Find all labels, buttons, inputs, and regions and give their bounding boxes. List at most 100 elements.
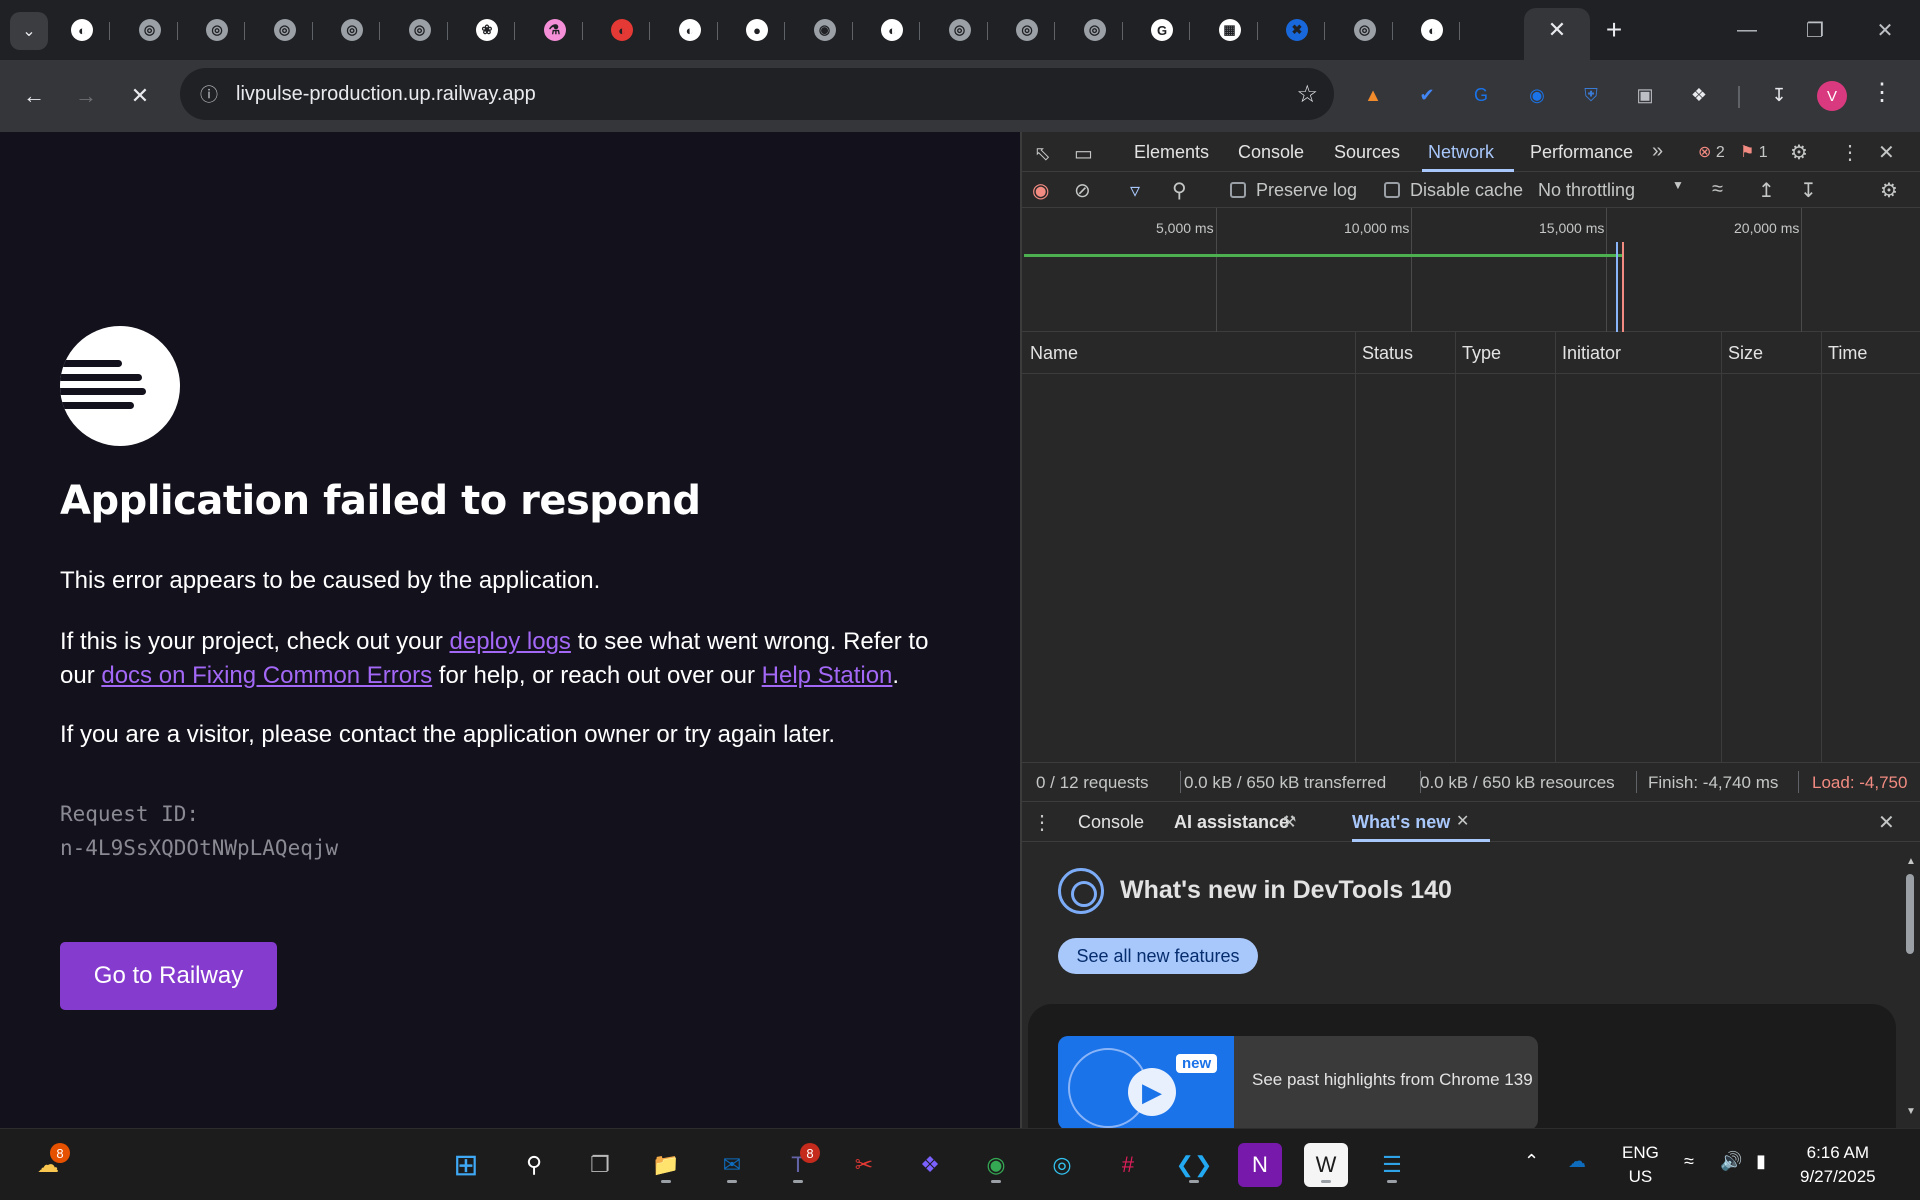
back-icon[interactable]: ← <box>16 78 52 114</box>
settings-gear-icon[interactable]: ⚙ <box>1790 140 1808 165</box>
export-har-icon[interactable]: ↧ <box>1800 178 1817 203</box>
import-har-icon[interactable]: ↥ <box>1758 178 1775 203</box>
see-all-features-button[interactable]: See all new features <box>1058 938 1258 974</box>
browser-tab[interactable]: ◎ <box>332 12 380 48</box>
column-name[interactable]: Name <box>1030 343 1078 364</box>
browser-tab[interactable]: ▦ <box>1210 12 1258 48</box>
extension-eye-icon[interactable]: ◉ <box>1522 80 1552 110</box>
close-tab-icon[interactable]: ✕ <box>1456 811 1469 831</box>
close-devtools-icon[interactable]: ✕ <box>1878 140 1895 165</box>
extension-camera-icon[interactable]: ▣ <box>1630 80 1660 110</box>
tab-performance[interactable]: Performance <box>1530 142 1633 163</box>
windows-start-icon[interactable]: ⊞ <box>444 1143 488 1187</box>
url-text[interactable]: livpulse-production.up.railway.app <box>236 83 536 106</box>
address-bar[interactable]: ⓘ livpulse-production.up.railway.app ☆ <box>180 68 1334 120</box>
notepad-icon[interactable]: ☰ <box>1370 1143 1414 1187</box>
browser-tab[interactable]: ❀ <box>467 12 515 48</box>
site-info-icon[interactable]: ⓘ <box>196 81 222 107</box>
browser-tab[interactable]: ◎ <box>940 12 988 48</box>
device-toolbar-icon[interactable]: ▭ <box>1074 141 1093 166</box>
close-window-icon[interactable]: ✕ <box>1862 10 1908 50</box>
browser-tab[interactable]: ◐ <box>670 12 718 48</box>
extensions-puzzle-icon[interactable]: ❖ <box>1684 80 1714 110</box>
extension-fox-icon[interactable]: ▲ <box>1358 80 1388 110</box>
battery-icon[interactable]: ▮ <box>1756 1149 1766 1173</box>
extension-check-icon[interactable]: ✔ <box>1412 80 1442 110</box>
column-size[interactable]: Size <box>1728 343 1763 364</box>
downloads-icon[interactable]: ↧ <box>1764 80 1794 110</box>
show-hidden-icons[interactable]: ⌃ <box>1524 1149 1539 1173</box>
browser-tab[interactable]: ◐ <box>872 12 920 48</box>
scrollbar[interactable]: ▲ ▼ <box>1904 856 1916 1118</box>
browser-tab[interactable]: ◉ <box>805 12 853 48</box>
column-time[interactable]: Time <box>1828 343 1867 364</box>
error-count[interactable]: ⊗ 2 <box>1698 142 1725 162</box>
highlights-video-card[interactable]: ▶ new See past highlights from Chrome 13… <box>1058 1036 1538 1128</box>
clock[interactable]: 6:16 AM 9/27/2025 <box>1800 1141 1876 1189</box>
outlook-icon[interactable]: ✉ <box>710 1143 754 1187</box>
go-to-railway-button[interactable]: Go to Railway <box>60 942 277 1010</box>
edge-icon[interactable]: ◎ <box>1040 1143 1084 1187</box>
extension-grammarly-icon[interactable]: G <box>1466 80 1496 110</box>
search-icon[interactable]: ⚲ <box>512 1143 556 1187</box>
preserve-log-checkbox[interactable] <box>1230 182 1246 198</box>
onenote-icon[interactable]: N <box>1238 1143 1282 1187</box>
chevron-down-icon[interactable]: ▼ <box>1672 178 1684 192</box>
snipping-tool-icon[interactable]: ✂ <box>842 1143 886 1187</box>
slack-icon[interactable]: # <box>1106 1143 1150 1187</box>
vscode-icon[interactable]: ❮❯ <box>1172 1143 1216 1187</box>
stop-loading-icon[interactable]: ✕ <box>122 78 158 114</box>
browser-tab[interactable]: ◎ <box>197 12 245 48</box>
browser-tab[interactable]: ◐ <box>1412 12 1460 48</box>
throttling-select[interactable]: No throttling <box>1538 180 1635 201</box>
volume-icon[interactable]: 🔊 <box>1720 1149 1742 1173</box>
search-icon[interactable]: ⚲ <box>1172 178 1187 203</box>
network-conditions-icon[interactable]: ≈ <box>1712 178 1723 201</box>
browser-tab[interactable]: ◐ <box>602 12 650 48</box>
forward-icon[interactable]: → <box>68 78 104 114</box>
task-view-icon[interactable]: ❐ <box>578 1143 622 1187</box>
language-indicator[interactable]: ENG US <box>1622 1141 1659 1189</box>
more-tabs-icon[interactable]: » <box>1652 140 1663 163</box>
browser-tab[interactable]: ◎ <box>130 12 178 48</box>
close-drawer-icon[interactable]: ✕ <box>1878 810 1895 835</box>
browser-tab[interactable]: ◎ <box>1075 12 1123 48</box>
tab-network[interactable]: Network <box>1428 142 1494 163</box>
bookmark-star-icon[interactable]: ☆ <box>1296 80 1318 109</box>
m365-icon[interactable]: ❖ <box>908 1143 952 1187</box>
column-status[interactable]: Status <box>1362 343 1413 364</box>
browser-tab[interactable]: ✖ <box>1277 12 1325 48</box>
browser-tab[interactable]: G <box>1142 12 1190 48</box>
chrome-icon[interactable]: ◉ <box>974 1143 1018 1187</box>
browser-tab[interactable]: ◎ <box>1345 12 1393 48</box>
docs-fixing-errors-link[interactable]: docs on Fixing Common Errors <box>101 662 432 689</box>
drawer-tab-console[interactable]: Console <box>1078 812 1144 833</box>
devtools-menu-icon[interactable]: ⋮ <box>1840 140 1860 165</box>
profile-avatar[interactable]: V <box>1817 81 1847 111</box>
column-type[interactable]: Type <box>1462 343 1501 364</box>
browser-tab[interactable]: ◎ <box>265 12 313 48</box>
tab-sources[interactable]: Sources <box>1334 142 1400 163</box>
new-tab-button[interactable]: + <box>1598 14 1630 46</box>
drawer-tab-ai-assistance[interactable]: AI assistance <box>1174 812 1289 833</box>
browser-tab[interactable]: ⚗ <box>535 12 583 48</box>
onedrive-icon[interactable]: ☁ <box>1568 1149 1586 1173</box>
column-initiator[interactable]: Initiator <box>1562 343 1621 364</box>
drawer-menu-icon[interactable]: ⋮ <box>1032 810 1052 835</box>
network-settings-gear-icon[interactable]: ⚙ <box>1880 178 1898 203</box>
app-w-icon[interactable]: W <box>1304 1143 1348 1187</box>
filter-icon[interactable]: ▿ <box>1130 178 1140 203</box>
drawer-tab-whats-new[interactable]: What's new <box>1352 812 1450 833</box>
browser-menu-icon[interactable]: ⋮ <box>1870 78 1894 107</box>
restore-icon[interactable]: ❐ <box>1792 10 1838 50</box>
network-overview-timeline[interactable]: 5,000 ms 10,000 ms 15,000 ms 20,000 ms <box>1022 208 1920 332</box>
help-station-link[interactable]: Help Station <box>762 662 893 689</box>
inspect-element-icon[interactable]: ⬁ <box>1034 141 1051 166</box>
browser-tab[interactable]: ● <box>737 12 785 48</box>
close-icon[interactable]: ✕ <box>1543 16 1571 44</box>
browser-tab[interactable]: ◐ <box>62 12 110 48</box>
browser-tab[interactable]: ◎ <box>400 12 448 48</box>
deploy-logs-link[interactable]: deploy logs <box>450 628 571 655</box>
extension-shield-icon[interactable]: ⛨ <box>1576 80 1606 110</box>
browser-tab[interactable]: ◎ <box>1007 12 1055 48</box>
